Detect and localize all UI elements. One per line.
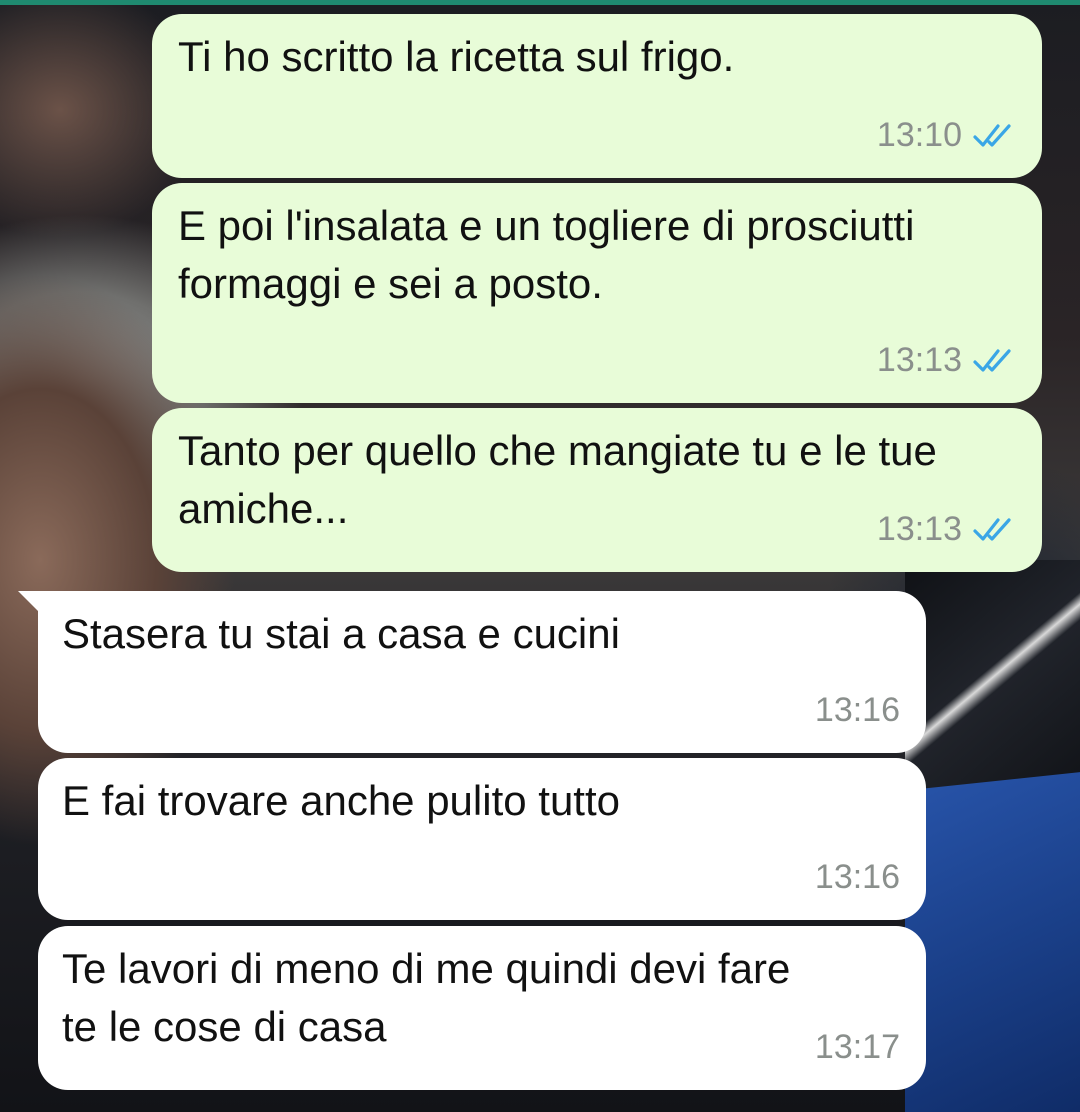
double-check-read-icon [973, 349, 1011, 372]
double-check-read-icon [973, 518, 1011, 541]
message-meta: 13:13 [877, 500, 1018, 558]
message-meta: 13:17 [815, 1018, 900, 1076]
bubble-tail [18, 591, 40, 613]
outgoing-message[interactable]: E poi l'insalata e un togliere di prosci… [152, 183, 1042, 403]
message-time: 13:13 [876, 341, 962, 379]
message-meta: 13:16 [815, 848, 900, 906]
message-text: Tanto per quello che mangiate tu e le tu… [178, 427, 949, 532]
message-meta: 13:16 [815, 681, 900, 739]
message-time: 13:13 [876, 510, 962, 548]
message-time: 13:16 [814, 691, 900, 729]
message-text: Stasera tu stai a casa e cucini [62, 610, 620, 657]
outgoing-message[interactable]: Ti ho scritto la ricetta sul frigo. 13:1… [152, 14, 1042, 178]
outgoing-message[interactable]: Tanto per quello che mangiate tu e le tu… [152, 408, 1042, 572]
message-text: E fai trovare anche pulito tutto [62, 777, 620, 824]
message-text: Ti ho scritto la ricetta sul frigo. [178, 33, 735, 80]
wallpaper-detail [905, 769, 1080, 1112]
incoming-message[interactable]: Te lavori di meno di me quindi devi fare… [38, 926, 926, 1090]
wallpaper-detail [905, 560, 1080, 790]
message-meta: 13:13 [877, 331, 1018, 389]
message-time: 13:17 [814, 1028, 900, 1066]
header-edge [0, 0, 1080, 5]
incoming-message[interactable]: E fai trovare anche pulito tutto 13:16 [38, 758, 926, 920]
message-text: Te lavori di meno di me quindi devi fare… [62, 945, 803, 1050]
message-meta: 13:10 [877, 106, 1018, 164]
message-time: 13:16 [814, 858, 900, 896]
incoming-message[interactable]: Stasera tu stai a casa e cucini 13:16 [38, 591, 926, 753]
message-text: E poi l'insalata e un togliere di prosci… [178, 202, 927, 307]
message-time: 13:10 [876, 116, 962, 154]
double-check-read-icon [973, 124, 1011, 147]
